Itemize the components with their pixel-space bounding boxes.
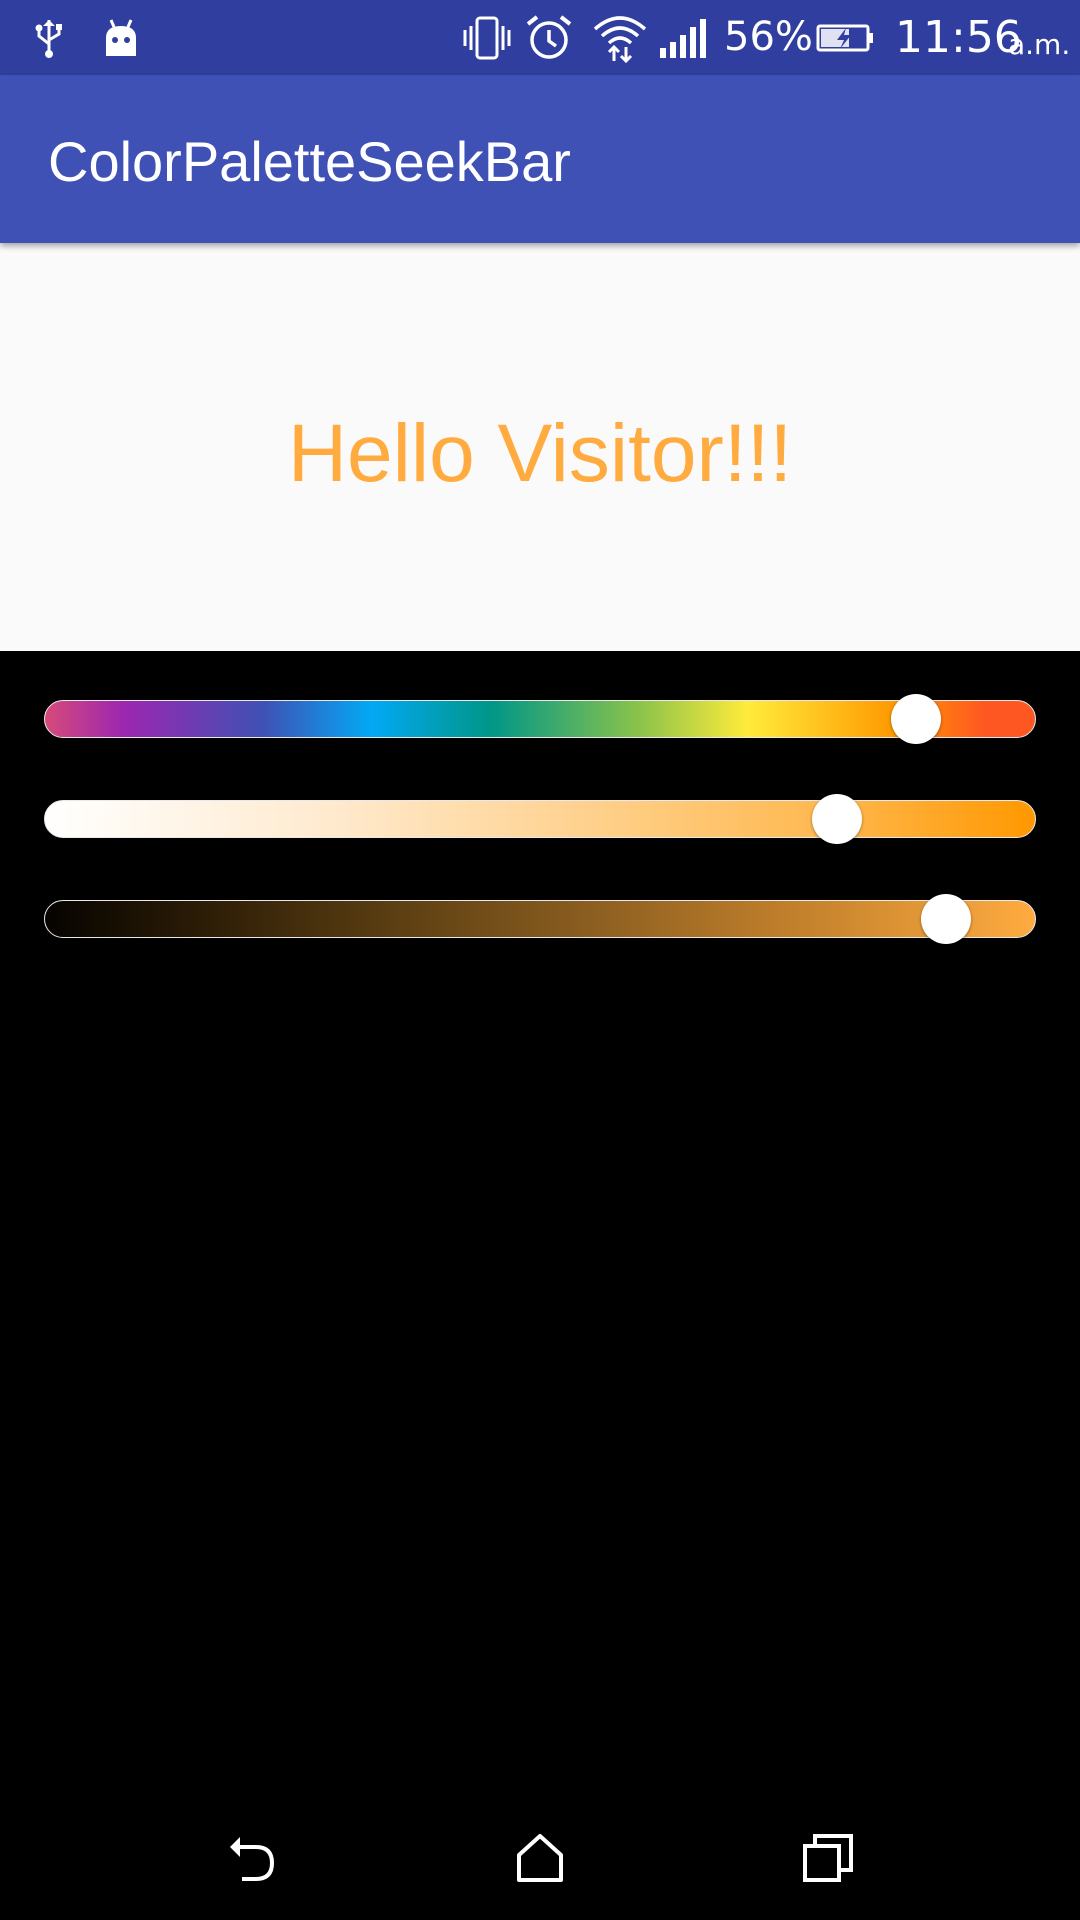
home-button[interactable] bbox=[500, 1820, 580, 1900]
android-icon bbox=[102, 0, 140, 75]
tint-seekbar-thumb[interactable] bbox=[812, 794, 862, 844]
back-button[interactable] bbox=[212, 1820, 292, 1900]
shade-seekbar-thumb[interactable] bbox=[920, 894, 971, 944]
app-title: ColorPaletteSeekBar bbox=[48, 130, 571, 193]
alarm-icon bbox=[525, 0, 573, 75]
color-palette-seekbar-thumb[interactable] bbox=[891, 694, 942, 744]
tint-seekbar[interactable] bbox=[44, 794, 1036, 844]
greeting-panel: Hello Visitor!!! bbox=[0, 243, 1080, 651]
vibrate-icon bbox=[462, 0, 512, 75]
recents-icon bbox=[802, 1833, 854, 1887]
battery-percent: 56% bbox=[724, 14, 813, 60]
greeting-text: Hello Visitor!!! bbox=[287, 408, 793, 499]
status-bar: 56% 11:56 a.m. bbox=[0, 0, 1080, 75]
back-icon bbox=[224, 1833, 280, 1887]
clock-ampm: a.m. bbox=[1008, 28, 1071, 61]
shade-seekbar[interactable] bbox=[44, 894, 1036, 944]
signal-icon bbox=[658, 0, 708, 75]
battery-charging-icon bbox=[815, 0, 875, 75]
navigation-bar bbox=[0, 1800, 1080, 1920]
clock-time: 11:56 bbox=[895, 12, 1022, 63]
recents-button[interactable] bbox=[788, 1820, 868, 1900]
color-palette-seekbar[interactable] bbox=[44, 694, 1036, 744]
app-bar: ColorPaletteSeekBar bbox=[0, 75, 1080, 243]
home-icon bbox=[515, 1833, 565, 1887]
wifi-icon bbox=[592, 0, 648, 75]
usb-icon bbox=[32, 0, 66, 75]
